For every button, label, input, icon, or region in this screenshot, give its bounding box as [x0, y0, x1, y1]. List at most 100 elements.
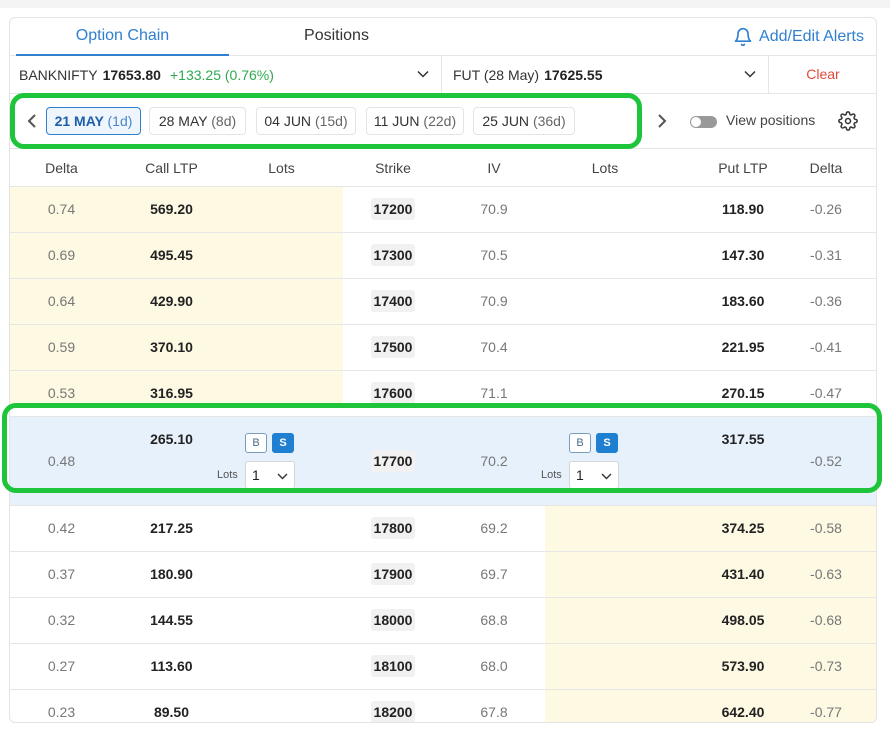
- put-ltp[interactable]: 118.90: [678, 187, 808, 232]
- put-ltp[interactable]: 431.40: [678, 552, 808, 597]
- clear-button[interactable]: Clear: [770, 56, 876, 93]
- put-delta: -0.52: [810, 453, 842, 469]
- iv: 69.2: [480, 520, 508, 536]
- instrument-selector[interactable]: BANKNIFTY 17653.80 +133.25 (0.76%): [10, 56, 442, 93]
- put-buy-button[interactable]: B: [569, 433, 591, 453]
- put-sell-button[interactable]: S: [596, 433, 618, 453]
- expiry-tab[interactable]: 28 MAY (8d): [149, 107, 246, 135]
- table-row[interactable]: 0.42 217.25 17800 69.2 374.25 -0.58: [10, 506, 876, 552]
- chevron-down-icon: [417, 70, 429, 78]
- table-row[interactable]: 0.27 113.60 18100 68.0 573.90 -0.73: [10, 644, 876, 690]
- put-ltp[interactable]: 317.55: [678, 417, 808, 461]
- add-edit-alerts-button[interactable]: Add/Edit Alerts: [733, 18, 864, 56]
- table-row[interactable]: 0.23 89.50 18200 67.8 642.40 -0.77: [10, 690, 876, 722]
- expiry-tab[interactable]: 25 JUN (36d): [473, 107, 575, 135]
- atm-row[interactable]: 0.48 265.10 17700 70.2 317.55 -0.52 B S Lots 1 B S L…: [10, 417, 876, 506]
- strike-value: 17700: [370, 450, 416, 472]
- put-lots-label: Lots: [541, 469, 562, 481]
- tab-positions[interactable]: Positions: [229, 18, 444, 56]
- iv: 68.8: [480, 612, 508, 628]
- table-row[interactable]: 0.64 429.90 17400 70.9 183.60 -0.36: [10, 279, 876, 325]
- option-chain-panel: Option Chain Positions Add/Edit Alerts B…: [9, 17, 877, 723]
- put-ltp[interactable]: 183.60: [678, 279, 808, 324]
- put-ltp[interactable]: 221.95: [678, 325, 808, 370]
- put-lots-select[interactable]: 1: [569, 461, 619, 489]
- call-ltp[interactable]: 113.60: [113, 644, 230, 689]
- put-ltp[interactable]: 147.30: [678, 233, 808, 278]
- table-row[interactable]: 0.53 316.95 17600 71.1 270.15 -0.47: [10, 371, 876, 417]
- call-buy-button[interactable]: B: [245, 433, 267, 453]
- put-delta: -0.26: [810, 201, 842, 217]
- header-iv: IV: [487, 160, 501, 176]
- strike-value: 17800: [370, 517, 416, 539]
- strike: 17700: [343, 417, 443, 505]
- expiry-tab[interactable]: 04 JUN (15d): [256, 107, 356, 135]
- call-ltp[interactable]: 495.45: [113, 233, 230, 278]
- put-ltp[interactable]: 498.05: [678, 598, 808, 643]
- strike: 17500: [343, 325, 443, 370]
- expiry-days: (1d): [107, 113, 133, 129]
- call-ltp[interactable]: 265.10: [113, 417, 230, 461]
- gear-icon[interactable]: [838, 111, 858, 131]
- expiry-days: (36d): [532, 113, 566, 129]
- call-sell-button[interactable]: S: [272, 433, 294, 453]
- tab-bar: Option Chain Positions Add/Edit Alerts: [10, 18, 876, 56]
- table-row[interactable]: 0.32 144.55 18000 68.8 498.05 -0.68: [10, 598, 876, 644]
- instrument-row: BANKNIFTY 17653.80 +133.25 (0.76%) FUT (…: [10, 56, 876, 94]
- table-row[interactable]: 0.37 180.90 17900 69.7 431.40 -0.63: [10, 552, 876, 598]
- chevron-right-icon[interactable]: [654, 111, 670, 131]
- header-call-lots: Lots: [268, 160, 295, 176]
- put-ltp[interactable]: 270.15: [678, 371, 808, 416]
- put-delta: -0.31: [810, 247, 842, 263]
- call-ltp[interactable]: 429.90: [113, 279, 230, 324]
- put-ltp[interactable]: 573.90: [678, 644, 808, 689]
- put-delta: -0.63: [810, 566, 842, 582]
- table-row[interactable]: 0.74 569.20 17200 70.9 118.90 -0.26: [10, 187, 876, 233]
- put-ltp[interactable]: 374.25: [678, 506, 808, 551]
- instrument-change: +133.25 (0.76%): [169, 66, 274, 83]
- tab-option-chain[interactable]: Option Chain: [16, 18, 229, 56]
- put-lots-value: 1: [576, 467, 584, 483]
- strike: 17300: [343, 233, 443, 278]
- iv: 70.4: [480, 339, 508, 355]
- put-delta: -0.36: [810, 293, 842, 309]
- future-name: FUT (28 May): [453, 66, 540, 83]
- future-selector[interactable]: FUT (28 May) 17625.55: [443, 56, 769, 93]
- expiry-tab[interactable]: 11 JUN (22d): [366, 107, 464, 135]
- call-ltp[interactable]: 89.50: [113, 690, 230, 722]
- call-ltp[interactable]: 144.55: [113, 598, 230, 643]
- expiry-days: (15d): [314, 113, 348, 129]
- table-row[interactable]: 0.59 370.10 17500 70.4 221.95 -0.41: [10, 325, 876, 371]
- call-ltp[interactable]: 316.95: [113, 371, 230, 416]
- call-delta: 0.64: [47, 293, 76, 309]
- call-delta: 0.37: [47, 566, 76, 582]
- view-positions-toggle[interactable]: [690, 116, 717, 128]
- strike-value: 17300: [370, 244, 416, 266]
- strike-value: 18000: [370, 609, 416, 631]
- put-ltp[interactable]: 642.40: [678, 690, 808, 722]
- call-lots-value: 1: [252, 467, 260, 483]
- call-ltp[interactable]: 217.25: [113, 506, 230, 551]
- expiry-date: 11 JUN: [373, 113, 420, 129]
- chevron-down-icon: [277, 473, 288, 480]
- top-strip: [0, 0, 890, 8]
- chevron-left-icon[interactable]: [24, 111, 40, 131]
- put-delta: -0.47: [810, 385, 842, 401]
- expiry-tab[interactable]: 21 MAY (1d): [46, 107, 141, 135]
- expiry-days: (8d): [211, 113, 237, 129]
- call-ltp[interactable]: 370.10: [113, 325, 230, 370]
- call-ltp[interactable]: 569.20: [113, 187, 230, 232]
- call-delta: 0.27: [47, 658, 76, 674]
- bell-icon: [734, 27, 752, 47]
- iv: 71.1: [480, 385, 508, 401]
- strike: 18100: [343, 644, 443, 689]
- strike-value: 17200: [370, 198, 416, 220]
- call-ltp[interactable]: 180.90: [113, 552, 230, 597]
- table-row[interactable]: 0.69 495.45 17300 70.5 147.30 -0.31: [10, 233, 876, 279]
- header-put-delta: Delta: [809, 160, 843, 176]
- strike: 17800: [343, 506, 443, 551]
- chevron-down-icon: [601, 473, 612, 480]
- instrument-ltp: 17653.80: [102, 66, 161, 83]
- call-lots-select[interactable]: 1: [245, 461, 295, 489]
- iv: 70.5: [480, 247, 508, 263]
